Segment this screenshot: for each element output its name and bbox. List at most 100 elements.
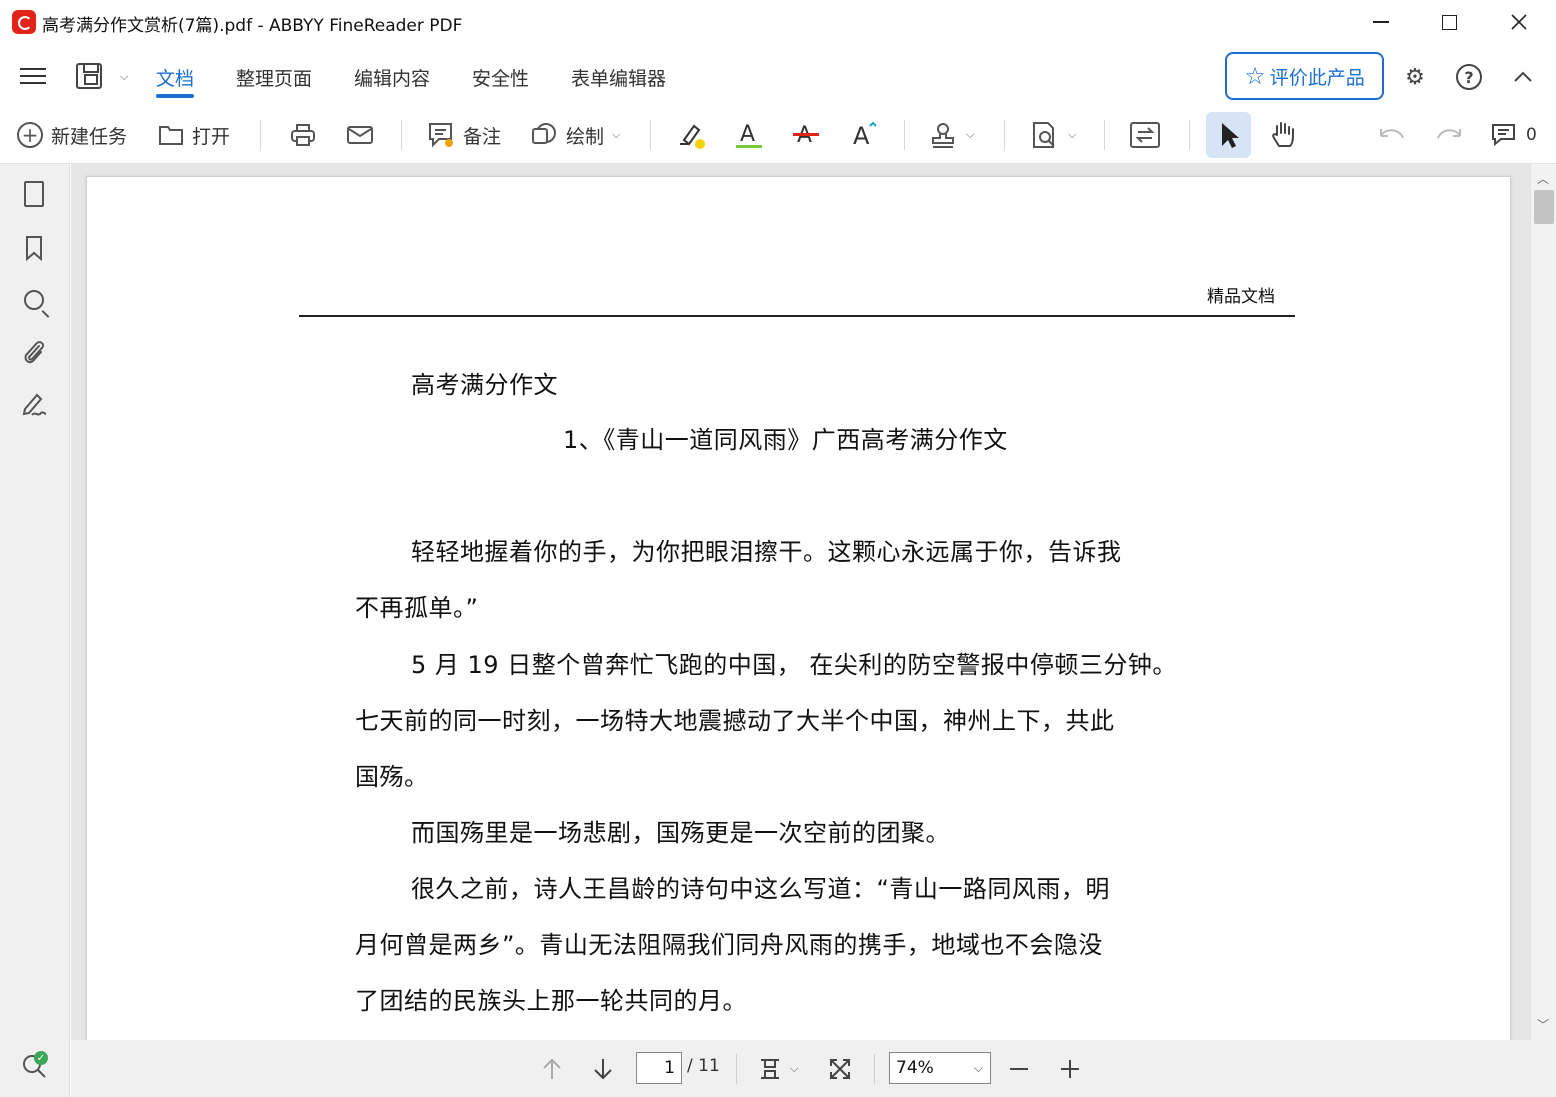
page-icon: [24, 181, 44, 207]
scroll-down-chevron-icon[interactable]: ﹀: [1537, 1016, 1549, 1033]
cursor-arrow-icon: [1222, 123, 1239, 148]
rate-product-label: 评价此产品: [1269, 66, 1365, 89]
bookmarks-panel-button[interactable]: [20, 234, 48, 262]
menu-bar: ⌵ 文档 整理页面 编辑内容 安全性 表单编辑器 ☆ 评价此产品 ⚙ ?: [0, 44, 1556, 106]
collapse-ribbon-chevron-up-icon[interactable]: [1509, 63, 1537, 91]
note-button[interactable]: 备注: [427, 106, 501, 164]
pdf-page[interactable]: 精品文档 高考满分作文 1、《青山一道同风雨》广西高考满分作文 轻轻地握着你的手…: [86, 176, 1511, 1040]
tab-document[interactable]: 文档: [156, 64, 194, 91]
new-task-button[interactable]: + 新建任务: [17, 106, 127, 164]
scrollbar-thumb[interactable]: [1534, 190, 1554, 224]
document-line: 5 月 19 日整个曾奔忙飞跑的中国， 在尖利的防空警报中停顿三分钟。: [411, 651, 1177, 679]
draw-button[interactable]: 绘制 ⌵: [530, 106, 620, 164]
toolbar-divider: [1104, 120, 1105, 150]
help-button[interactable]: ?: [1455, 63, 1483, 91]
compare-documents-button[interactable]: [1128, 106, 1162, 164]
signatures-panel-button[interactable]: [20, 390, 48, 418]
document-line: 不再孤单。”: [355, 594, 479, 622]
zoom-out-button[interactable]: [1008, 1040, 1030, 1097]
comments-button[interactable]: 0: [1490, 106, 1537, 164]
minimize-button[interactable]: [1346, 0, 1416, 44]
find-in-document-button[interactable]: ⌵: [1030, 106, 1076, 164]
previous-page-button[interactable]: [541, 1040, 563, 1097]
stamp-button[interactable]: ⌵: [928, 106, 974, 164]
highlighter-icon: [680, 124, 705, 149]
page-layout-icon: [761, 1058, 779, 1079]
document-line: 高考满分作文: [411, 371, 558, 399]
select-tool-button[interactable]: [1217, 106, 1241, 164]
svg-text:A: A: [740, 122, 755, 147]
redo-icon: [1437, 129, 1461, 139]
next-page-button[interactable]: [592, 1040, 614, 1097]
arrow-up-icon: [543, 1058, 561, 1079]
email-button[interactable]: [346, 106, 374, 164]
abbyy-logo-icon: [12, 10, 36, 34]
attachments-panel-button[interactable]: [20, 338, 48, 366]
find-chevron-down-icon: ⌵: [1068, 128, 1077, 141]
insert-text-a-icon: A: [853, 121, 877, 150]
document-viewer[interactable]: 精品文档 高考满分作文 1、《青山一道同风雨》广西高考满分作文 轻轻地握着你的手…: [71, 164, 1530, 1040]
envelope-icon: [347, 126, 373, 144]
shapes-draw-icon: [532, 123, 556, 144]
sticky-note-icon: [429, 123, 453, 148]
rate-product-button[interactable]: ☆ 评价此产品: [1225, 52, 1384, 100]
header-rule-divider: [299, 315, 1295, 317]
tab-edit-content[interactable]: 编辑内容: [354, 64, 430, 91]
fit-page-button[interactable]: [828, 1040, 852, 1097]
folder-icon: [159, 126, 183, 145]
toolbar-divider: [650, 120, 651, 150]
title-bar: 高考满分作文赏析(7篇).pdf - ABBYY FineReader PDF: [0, 0, 1556, 44]
note-label: 备注: [463, 125, 502, 148]
toolbar: + 新建任务 打开 备注 绘制 ⌵ A A A ⌵ ⌵: [0, 106, 1556, 164]
zoom-select[interactable]: 74% ⌵: [889, 1052, 991, 1084]
strikethrough-text-button[interactable]: A: [791, 106, 821, 164]
highlight-button[interactable]: [676, 106, 706, 164]
left-sidebar: [0, 164, 70, 1097]
page-layout-button[interactable]: ⌵: [758, 1040, 798, 1097]
draw-chevron-down-icon: ⌵: [612, 128, 621, 141]
underline-text-button[interactable]: A: [734, 106, 764, 164]
vertical-scrollbar[interactable]: ︿ ﹀: [1530, 164, 1556, 1040]
document-line: 1、《青山一道同风雨》广西高考满分作文: [563, 426, 1008, 454]
scroll-up-chevron-icon[interactable]: ︿: [1537, 170, 1549, 187]
document-line: 而国殇里是一场悲剧，国殇更是一次空前的团聚。: [411, 819, 950, 847]
hamburger-menu-icon[interactable]: [20, 68, 46, 84]
star-icon: ☆: [1244, 62, 1266, 90]
total-pages-label: / 11: [687, 1056, 720, 1076]
close-button[interactable]: [1484, 0, 1554, 44]
hand-icon: [1272, 122, 1294, 147]
zoom-in-button[interactable]: [1059, 1040, 1081, 1097]
toolbar-divider: [1189, 120, 1190, 150]
open-button[interactable]: 打开: [158, 106, 230, 164]
toolbar-divider: [260, 120, 261, 150]
tab-form-editor[interactable]: 表单编辑器: [571, 64, 666, 91]
stamp-icon: [932, 123, 954, 148]
bottom-navigation-bar: 1 / 11 ⌵ 74% ⌵: [71, 1040, 1556, 1097]
tab-security[interactable]: 安全性: [472, 64, 529, 91]
save-icon[interactable]: [76, 63, 102, 89]
settings-gear-icon[interactable]: ⚙: [1401, 63, 1429, 91]
toolbar-divider: [904, 120, 905, 150]
fit-expand-icon: [830, 1058, 850, 1079]
open-label: 打开: [192, 125, 231, 148]
window-title: 高考满分作文赏析(7篇).pdf - ABBYY FineReader PDF: [42, 16, 463, 36]
hand-tool-button[interactable]: [1268, 106, 1300, 164]
document-line: 国殇。: [355, 763, 429, 791]
redo-button[interactable]: [1434, 106, 1464, 164]
maximize-button[interactable]: [1414, 0, 1484, 44]
insert-text-button[interactable]: A: [850, 106, 880, 164]
toolbar-divider: [1004, 120, 1005, 150]
print-button[interactable]: [289, 106, 317, 164]
current-page-input[interactable]: 1: [636, 1052, 682, 1084]
close-icon: [1511, 14, 1527, 30]
search-panel-button[interactable]: [20, 286, 48, 314]
save-dropdown-chevron-icon[interactable]: ⌵: [120, 70, 128, 84]
maximize-icon: [1441, 14, 1457, 30]
toolbar-divider: [401, 120, 402, 150]
document-line: 月何曾是两乡”。青山无法阻隔我们同舟风雨的携手，地域也不会隐没: [355, 931, 1103, 959]
undo-button[interactable]: [1377, 106, 1407, 164]
pages-panel-button[interactable]: [20, 180, 48, 208]
nav-divider: [736, 1054, 737, 1084]
printer-icon: [291, 124, 315, 146]
tab-organize-pages[interactable]: 整理页面: [236, 64, 312, 91]
